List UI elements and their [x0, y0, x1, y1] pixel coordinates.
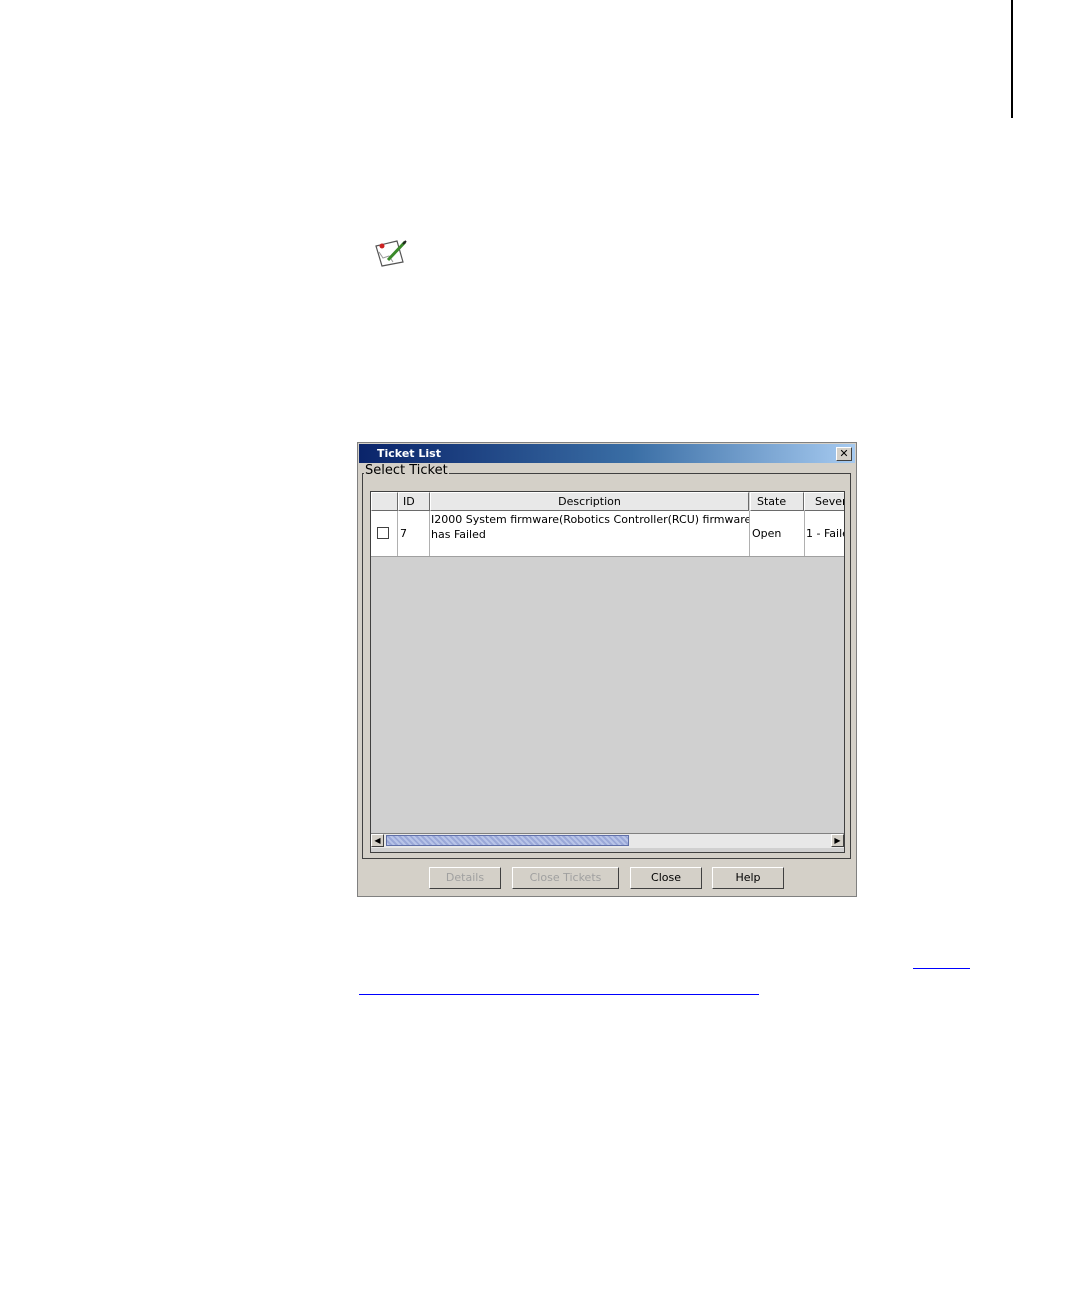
close-window-icon[interactable]: ✕: [836, 447, 852, 461]
column-header-severity[interactable]: Sever: [804, 492, 844, 511]
id-cell: 7: [398, 511, 430, 556]
table-row[interactable]: 7 I2000 System firmware(Robotics Control…: [371, 511, 844, 557]
link-underline-2[interactable]: [359, 994, 759, 995]
scroll-left-icon[interactable]: ◀: [371, 834, 384, 847]
close-button[interactable]: Close: [630, 867, 702, 889]
page-edge-rule: [1011, 0, 1013, 118]
row-checkbox[interactable]: [377, 527, 389, 539]
close-tickets-button[interactable]: Close Tickets: [512, 867, 619, 889]
scroll-right-icon[interactable]: ▶: [831, 834, 844, 847]
dialog-title: Ticket List: [377, 447, 441, 460]
group-label: Select Ticket: [364, 463, 449, 478]
select-cell: [371, 511, 398, 556]
link-underline-1[interactable]: [913, 968, 970, 969]
horizontal-scrollbar[interactable]: ◀ ▶: [371, 833, 844, 848]
description-cell: I2000 System firmware(Robotics Controlle…: [430, 511, 750, 556]
details-button[interactable]: Details: [429, 867, 501, 889]
column-header-state[interactable]: State: [750, 492, 804, 511]
description-line-1: I2000 System firmware(Robotics Controlle…: [431, 513, 750, 526]
column-header-id[interactable]: ID: [398, 492, 430, 511]
column-header-description[interactable]: Description: [430, 492, 749, 511]
table-header: ID Description State Sever: [371, 492, 844, 511]
note-pencil-icon: [375, 240, 407, 267]
scrollbar-thumb[interactable]: [386, 835, 629, 846]
titlebar: Ticket List ✕: [359, 444, 855, 463]
severity-cell: 1 - Faile: [806, 527, 845, 540]
help-button[interactable]: Help: [712, 867, 784, 889]
description-line-2: has Failed: [431, 528, 486, 541]
ticket-table: ID Description State Sever 7 I2000 Syste…: [370, 491, 845, 853]
state-cell: Open: [750, 511, 805, 556]
ticket-list-dialog: Ticket List ✕ Select Ticket ID Descripti…: [357, 442, 857, 897]
column-header-select[interactable]: [371, 492, 398, 511]
